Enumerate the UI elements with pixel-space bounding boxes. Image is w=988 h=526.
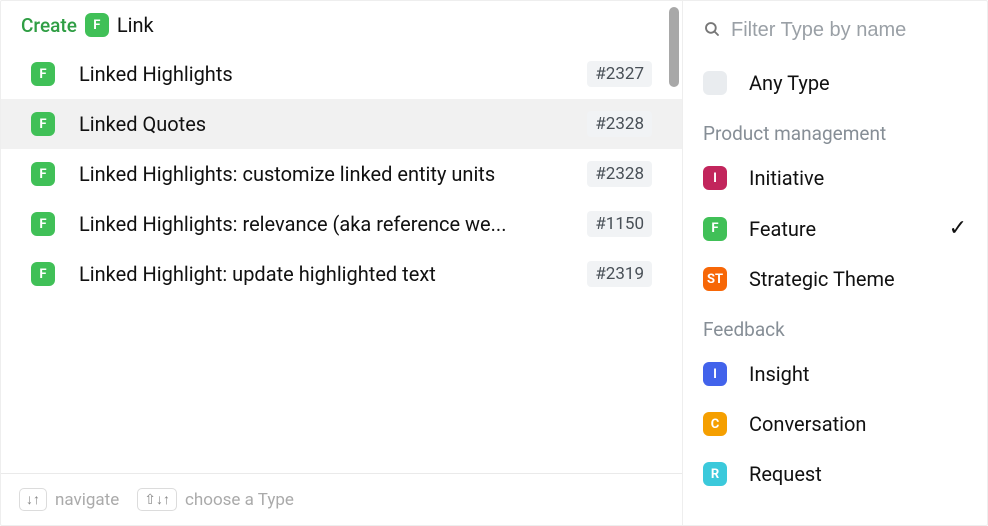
- type-item-label: Any Type: [749, 71, 967, 95]
- section-label: Product management: [703, 110, 967, 151]
- create-label: Create: [21, 14, 77, 37]
- left-panel: Create F Link F Linked Highlights #2327 …: [1, 1, 682, 525]
- feature-badge-icon: F: [31, 62, 55, 86]
- keyboard-hints: ↓↑ navigate ⇧↓↑ choose a Type: [1, 473, 682, 525]
- feature-badge-icon: F: [31, 162, 55, 186]
- filter-type-input[interactable]: [731, 19, 967, 42]
- result-title: Linked Quotes: [79, 112, 563, 136]
- type-item-label: Insight: [749, 362, 967, 386]
- request-badge-icon: R: [703, 462, 727, 486]
- any-type-badge-icon: [703, 71, 727, 95]
- create-input-text: Link: [117, 13, 154, 37]
- result-title: Linked Highlights: customize linked enti…: [79, 162, 563, 186]
- result-id-badge: #2327: [587, 61, 652, 87]
- strategic-theme-badge-icon: ST: [703, 267, 727, 291]
- type-item-initiative[interactable]: I Initiative: [703, 155, 967, 201]
- feature-badge-icon: F: [85, 13, 109, 37]
- result-row[interactable]: F Linked Quotes #2328: [1, 99, 682, 149]
- result-row[interactable]: F Linked Highlights: relevance (aka refe…: [1, 199, 682, 249]
- result-id-badge: #1150: [587, 211, 652, 237]
- feature-badge-icon: F: [31, 262, 55, 286]
- type-item-label: Request: [749, 462, 967, 486]
- type-item-label: Conversation: [749, 412, 967, 436]
- type-item-strategic-theme[interactable]: ST Strategic Theme: [703, 256, 967, 302]
- scrollbar-thumb[interactable]: [669, 7, 679, 87]
- type-item-conversation[interactable]: C Conversation: [703, 401, 967, 447]
- type-item-label: Feature: [749, 217, 927, 241]
- type-item-any[interactable]: Any Type: [703, 60, 967, 106]
- initiative-badge-icon: I: [703, 166, 727, 190]
- result-title: Linked Highlights: [79, 62, 563, 86]
- result-title: Linked Highlight: update highlighted tex…: [79, 262, 563, 286]
- result-id-badge: #2328: [587, 111, 652, 137]
- type-item-label: Initiative: [749, 166, 967, 190]
- search-icon: [703, 20, 721, 42]
- type-filter-panel: Any Type Product management I Initiative…: [682, 1, 987, 525]
- check-icon: ✓: [949, 216, 967, 241]
- navigate-hint-label: navigate: [55, 490, 119, 510]
- feature-badge-icon: F: [703, 217, 727, 241]
- type-item-feature[interactable]: F Feature ✓: [703, 205, 967, 252]
- insight-badge-icon: I: [703, 362, 727, 386]
- filter-row[interactable]: [703, 19, 967, 56]
- feature-badge-icon: F: [31, 112, 55, 136]
- result-id-badge: #2328: [587, 161, 652, 187]
- result-id-badge: #2319: [587, 261, 652, 287]
- result-row[interactable]: F Linked Highlights #2327: [1, 49, 682, 99]
- create-bar[interactable]: Create F Link: [1, 1, 682, 49]
- results-list: F Linked Highlights #2327 F Linked Quote…: [1, 49, 682, 473]
- type-item-label: Strategic Theme: [749, 267, 967, 291]
- type-item-insight[interactable]: I Insight: [703, 351, 967, 397]
- result-row[interactable]: F Linked Highlights: customize linked en…: [1, 149, 682, 199]
- feature-badge-icon: F: [31, 212, 55, 236]
- choose-type-keys-icon: ⇧↓↑: [137, 488, 177, 511]
- choose-type-hint-label: choose a Type: [185, 490, 294, 510]
- section-label: Feedback: [703, 306, 967, 347]
- type-item-request[interactable]: R Request: [703, 451, 967, 497]
- navigate-keys-icon: ↓↑: [19, 488, 47, 511]
- conversation-badge-icon: C: [703, 412, 727, 436]
- result-row[interactable]: F Linked Highlight: update highlighted t…: [1, 249, 682, 299]
- result-title: Linked Highlights: relevance (aka refere…: [79, 212, 563, 236]
